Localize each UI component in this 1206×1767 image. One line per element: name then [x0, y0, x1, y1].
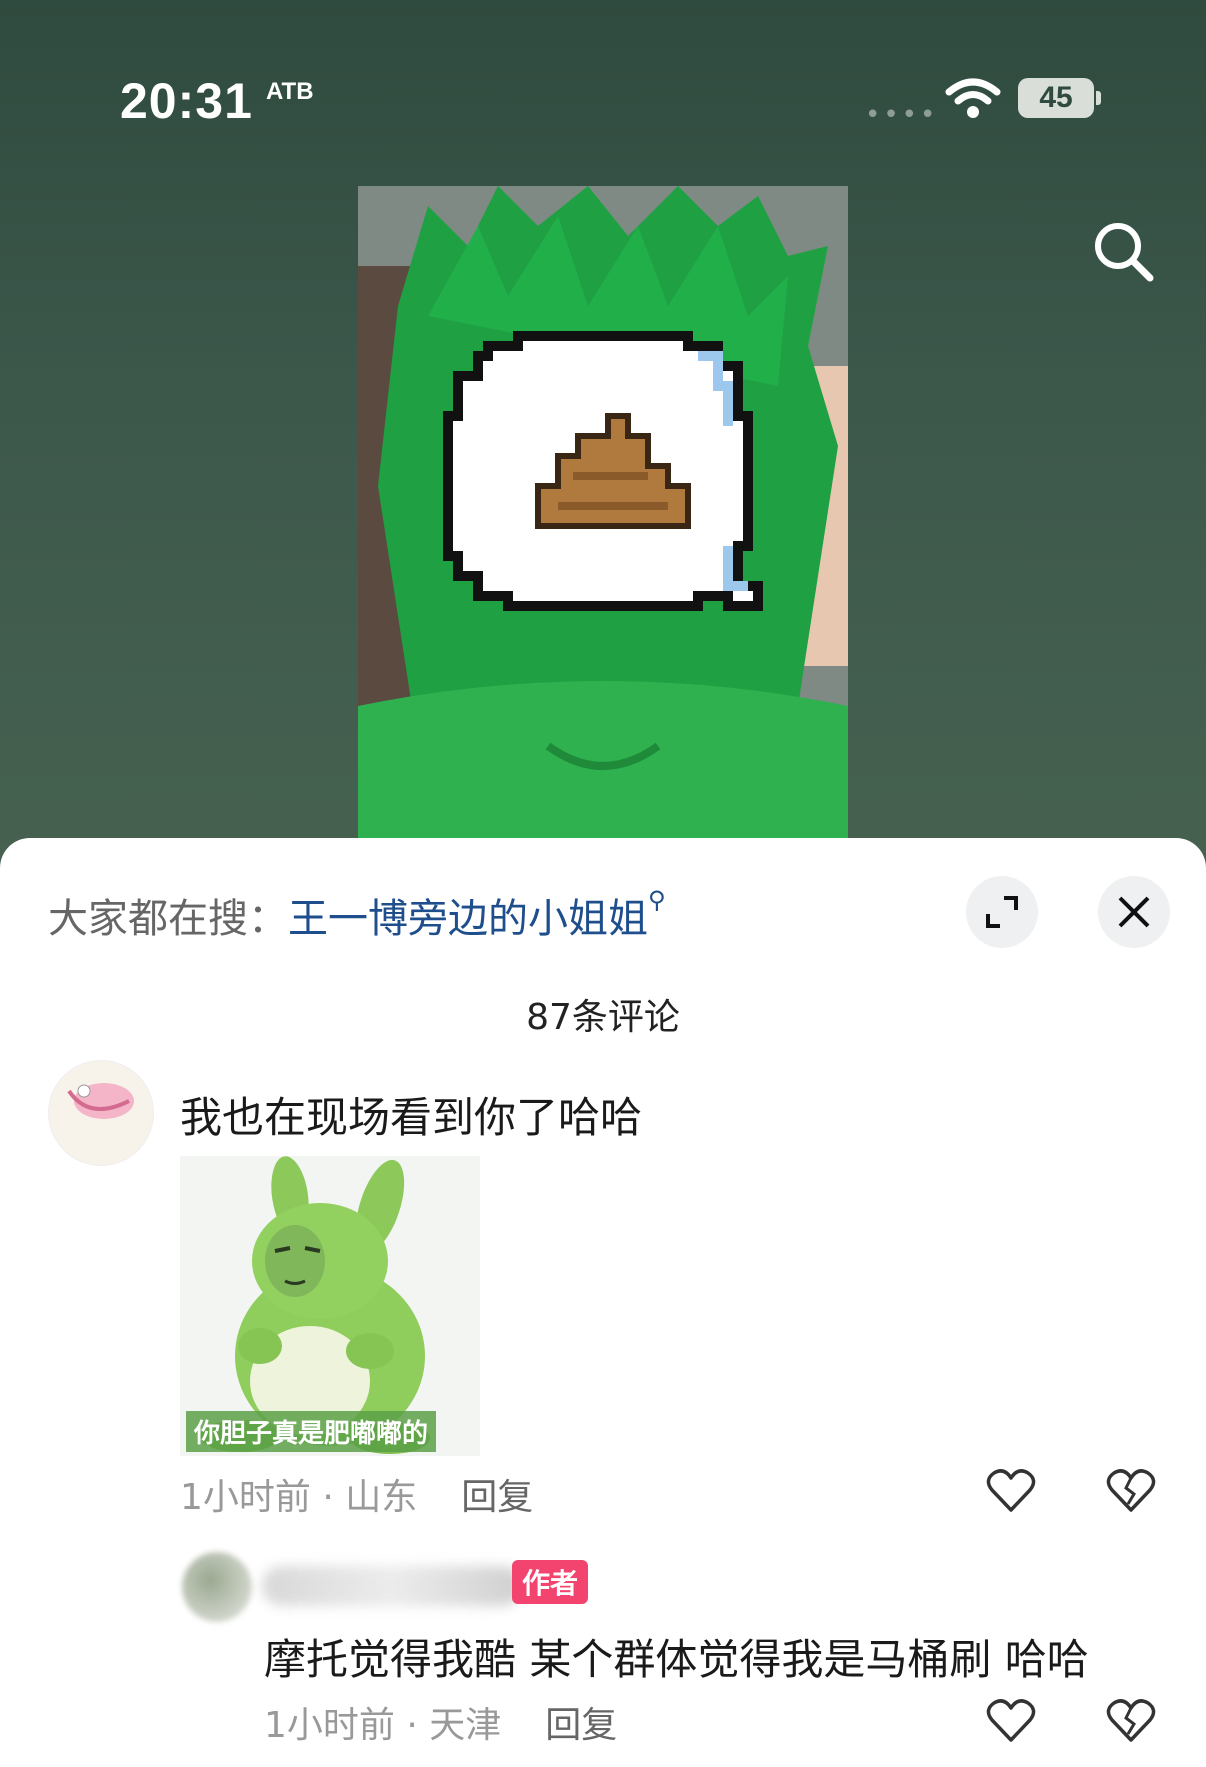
- close-icon: [1118, 896, 1150, 928]
- hot-search-bar[interactable]: 大家都在搜：王一博旁边的小姐姐⚲: [48, 886, 666, 944]
- hot-search-link[interactable]: 王一博旁边的小姐姐: [288, 896, 648, 942]
- battery-tip: [1096, 91, 1101, 105]
- comment-location: 山东: [345, 1477, 418, 1518]
- battery-indicator: 45: [1018, 78, 1094, 118]
- comment-time: 1小时前: [180, 1477, 311, 1518]
- status-extra-icon: ATB: [266, 78, 314, 105]
- comment-text: 我也在现场看到你了哈哈: [180, 1093, 643, 1142]
- broken-heart-icon[interactable]: [1106, 1698, 1156, 1748]
- avatar[interactable]: [48, 1060, 154, 1166]
- close-button[interactable]: [1098, 876, 1170, 948]
- heart-icon[interactable]: [986, 1468, 1036, 1518]
- expand-icon: [986, 896, 1018, 928]
- heart-icon[interactable]: [986, 1698, 1036, 1748]
- comment-count: 87条评论: [526, 997, 680, 1038]
- comment-location: 天津: [429, 1705, 502, 1746]
- hot-search-prefix: 大家都在搜：: [48, 896, 288, 942]
- reply-button[interactable]: 回复: [461, 1477, 533, 1518]
- expand-button[interactable]: [966, 876, 1038, 948]
- post-photo[interactable]: [358, 186, 848, 846]
- search-small-icon: ⚲: [648, 886, 666, 914]
- reply-button[interactable]: 回复: [545, 1705, 617, 1746]
- comment-time: 1小时前: [264, 1705, 395, 1746]
- avatar-blurred[interactable]: [182, 1552, 252, 1622]
- comment-meta: 1小时前 · 天津 回复: [264, 1705, 618, 1746]
- author-badge: 作者: [512, 1560, 589, 1604]
- comment-sheet: 大家都在搜：王一博旁边的小姐姐⚲ 87条评论 我也在现场看到你了哈哈 你胆子真是…: [0, 838, 1206, 1767]
- search-icon[interactable]: [1088, 216, 1160, 292]
- status-time: 20:31: [120, 73, 253, 129]
- poop-sticker-icon: [443, 331, 763, 611]
- comment-text: 摩托觉得我酷 某个群体觉得我是马桶刷 哈哈: [264, 1635, 1089, 1684]
- comment-sticker[interactable]: 你胆子真是肥嘟嘟的: [180, 1156, 480, 1456]
- sticker-caption: 你胆子真是肥嘟嘟的: [186, 1411, 437, 1452]
- comment-meta: 1小时前 · 山东 回复: [180, 1477, 534, 1518]
- broken-heart-icon[interactable]: [1106, 1468, 1156, 1518]
- wifi-icon: [945, 76, 1001, 124]
- blurred-username: [262, 1566, 522, 1606]
- signal-dots-icon: ••••: [865, 100, 939, 130]
